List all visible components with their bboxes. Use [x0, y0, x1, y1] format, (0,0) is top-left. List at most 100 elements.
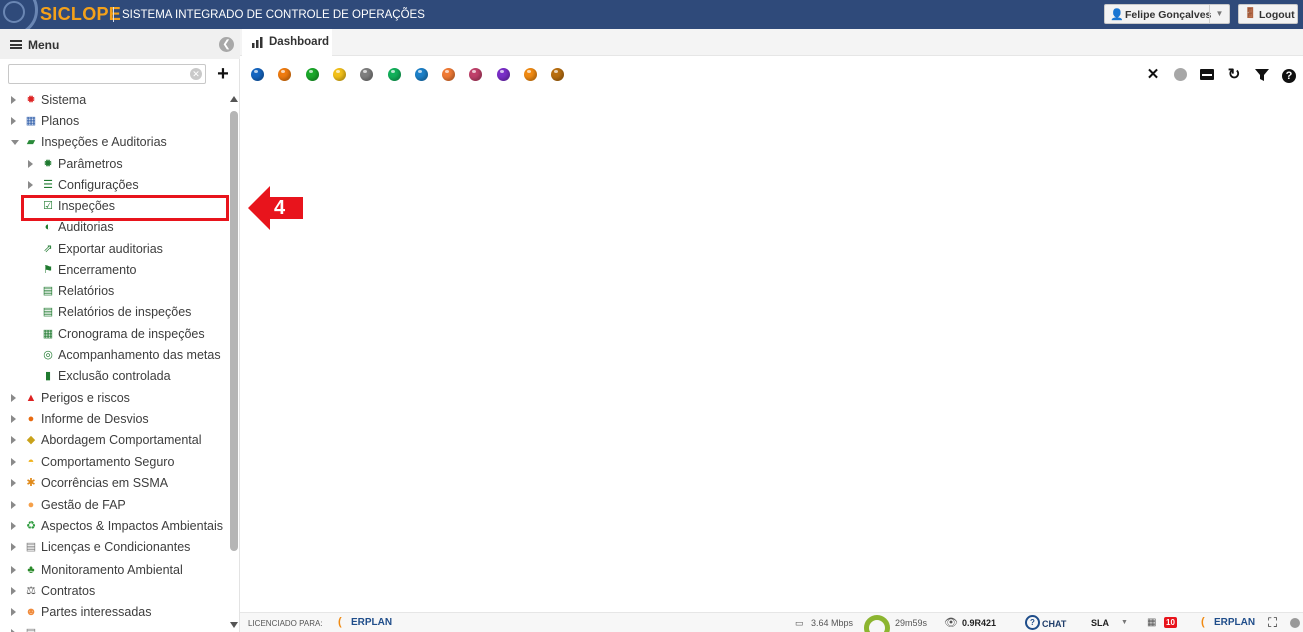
collapsed-arrow-icon[interactable] — [11, 117, 16, 125]
sidebar-item[interactable]: ▰ Inspeções e Auditorias — [0, 132, 228, 153]
collapsed-arrow-icon[interactable] — [11, 394, 16, 402]
sidebar-item[interactable]: ✹ Parâmetros — [0, 154, 228, 175]
collapsed-arrow-icon[interactable] — [11, 587, 16, 595]
filter-icon[interactable] — [1253, 66, 1271, 84]
indicator-ball-icon[interactable] — [524, 68, 537, 81]
sidebar-item-label: Perigos e riscos — [41, 391, 130, 405]
chevron-down-icon[interactable]: ▼ — [1121, 619, 1128, 626]
notification-badge[interactable]: 10 — [1164, 617, 1177, 628]
sidebar-item-label: Relatórios de inspeções — [58, 305, 192, 319]
sidebar-item[interactable]: ⇗ Exportar auditorias — [0, 239, 228, 260]
collapsed-arrow-icon[interactable] — [11, 501, 16, 509]
sidebar-item[interactable]: ▮ Exclusão controlada — [0, 366, 228, 387]
indicator-ball-icon[interactable] — [251, 68, 264, 81]
indicator-ball-icon[interactable] — [360, 68, 374, 81]
sidebar-item-label: Inspeções e Auditorias — [41, 135, 167, 149]
sidebar-item[interactable]: ⚖ Contratos — [0, 581, 228, 602]
sidebar-item[interactable]: ▦ Cronograma de inspeções — [0, 324, 228, 345]
report-icon: ● — [27, 413, 35, 425]
logout-button[interactable]: 🚪 Logout — [1238, 4, 1298, 24]
sidebar-item[interactable]: ◓ Comportamento Seguro — [0, 452, 228, 473]
bar-chart-icon — [252, 37, 263, 48]
sidebar-item[interactable]: ● Informe de Desvios — [0, 409, 228, 430]
sidebar-item[interactable]: ✹ Sistema — [0, 90, 228, 111]
tab-dashboard[interactable]: Dashboard — [242, 29, 332, 56]
flag-icon: ⚑ — [43, 264, 53, 276]
indicator-ball-icon[interactable] — [496, 68, 510, 81]
expanded-arrow-icon[interactable] — [11, 140, 19, 145]
sidebar-item[interactable]: ● Gestão de FAP — [0, 495, 228, 516]
status-dot-icon[interactable] — [1171, 66, 1189, 84]
indicator-ball-icon[interactable] — [469, 68, 483, 81]
collapsed-arrow-icon[interactable] — [11, 522, 16, 530]
collapsed-arrow-icon[interactable] — [11, 415, 16, 423]
collapse-sidebar-icon[interactable]: ❮ — [219, 37, 234, 52]
chat-icon[interactable]: ? — [1025, 615, 1040, 630]
session-gauge-icon — [864, 615, 890, 632]
folder-open-icon: ▰ — [26, 136, 36, 148]
sidebar-item[interactable]: ◎ Acompanhamento das metas — [0, 345, 228, 366]
network-icon: ▭ — [795, 618, 804, 628]
sidebar-item-label: Comportamento Seguro — [41, 455, 175, 469]
collapsed-arrow-icon[interactable] — [11, 436, 16, 444]
collapsed-arrow-icon[interactable] — [11, 96, 16, 104]
calendar-icon: ▦ — [25, 115, 37, 127]
collapsed-arrow-icon[interactable] — [11, 458, 16, 466]
scrollbar-thumb[interactable] — [230, 111, 238, 551]
collapsed-arrow-icon[interactable] — [11, 479, 16, 487]
refresh-icon[interactable]: ↻ — [1225, 66, 1243, 84]
sla-label[interactable]: SLA — [1091, 618, 1109, 628]
chat-button[interactable]: CHAT — [1042, 619, 1066, 629]
indicator-ball-icon[interactable] — [387, 68, 401, 81]
clear-search-icon[interactable]: ✕ — [190, 68, 202, 80]
user-menu-button[interactable]: 👤 Felipe Gonçalves ▼ — [1104, 4, 1230, 24]
hamburger-icon[interactable] — [10, 40, 22, 49]
erplan-logo-icon: ( — [1201, 616, 1205, 628]
close-icon[interactable]: ✕ — [1144, 66, 1162, 84]
sidebar-scrollbar[interactable] — [229, 89, 239, 632]
scroll-down-icon[interactable] — [230, 622, 238, 628]
indicator-ball-icon[interactable] — [414, 68, 428, 81]
collapsed-arrow-icon[interactable] — [11, 608, 16, 616]
menu-search-input[interactable] — [8, 64, 206, 84]
sidebar-item-label: Contratos — [41, 584, 96, 598]
signal-icon[interactable] — [1198, 66, 1216, 84]
collapsed-arrow-icon[interactable] — [11, 543, 16, 551]
fullscreen-icon[interactable]: ⛶ — [1268, 615, 1277, 631]
sidebar-item[interactable]: ▤ Relatórios de inspeções — [0, 302, 228, 323]
sidebar-item[interactable]: ◆ Abordagem Comportamental — [0, 430, 228, 451]
sidebar-item[interactable]: ▤ Relatórios — [0, 281, 228, 302]
menu-header: Menu ❮ — [0, 29, 240, 59]
version-label: 0.9R421 — [962, 618, 997, 628]
indicator-ball-icon[interactable] — [442, 68, 456, 81]
sidebar-item[interactable]: ▦ Planos — [0, 111, 228, 132]
help-icon[interactable]: ? — [1280, 66, 1298, 84]
collapsed-arrow-icon[interactable] — [11, 566, 16, 574]
indicator-ball-icon[interactable] — [332, 68, 346, 81]
sidebar-item[interactable]: ⚑ Encerramento — [0, 260, 228, 281]
indicator-ball-icon[interactable] — [278, 68, 292, 81]
sidebar-item[interactable]: ▤ — [0, 623, 228, 632]
fap-icon: ● — [27, 499, 35, 511]
sidebar-item[interactable]: ✱ Ocorrências em SSMA — [0, 473, 228, 494]
sidebar-item[interactable]: ♣ Monitoramento Ambiental — [0, 560, 228, 581]
sidebar-item[interactable]: ☻ Partes interessadas — [0, 602, 228, 623]
sidebar-item-label: Planos — [41, 114, 80, 128]
document-icon: ▤ — [24, 626, 38, 632]
calculator-icon[interactable]: ▦ — [1147, 617, 1156, 628]
indicator-ball-icon[interactable] — [551, 68, 565, 81]
indicator-ball-icon[interactable] — [305, 68, 319, 81]
system-subtitle: SISTEMA INTEGRADO DE CONTROLE DE OPERAÇÕ… — [122, 9, 425, 21]
menu-tree: ✹ Sistema ▦ Planos ▰ Inspeções e Auditorias ✹ P… — [0, 89, 228, 632]
sidebar-item[interactable]: ▤ Licenças e Condicionantes — [0, 537, 228, 558]
sidebar-item[interactable]: ▲ Perigos e riscos — [0, 388, 228, 409]
sidebar-item[interactable]: ☰ Configurações — [0, 175, 228, 196]
people-icon: ☻ — [25, 606, 37, 618]
collapsed-arrow-icon[interactable] — [28, 181, 33, 189]
chevron-down-icon[interactable]: ▼ — [1209, 5, 1229, 23]
sidebar-item-label: Acompanhamento das metas — [58, 348, 221, 362]
collapsed-arrow-icon[interactable] — [28, 160, 33, 168]
add-button[interactable]: + — [211, 64, 235, 85]
scroll-up-icon[interactable] — [230, 96, 238, 102]
sidebar-item[interactable]: ♻ Aspectos & Impactos Ambientais — [0, 516, 228, 537]
